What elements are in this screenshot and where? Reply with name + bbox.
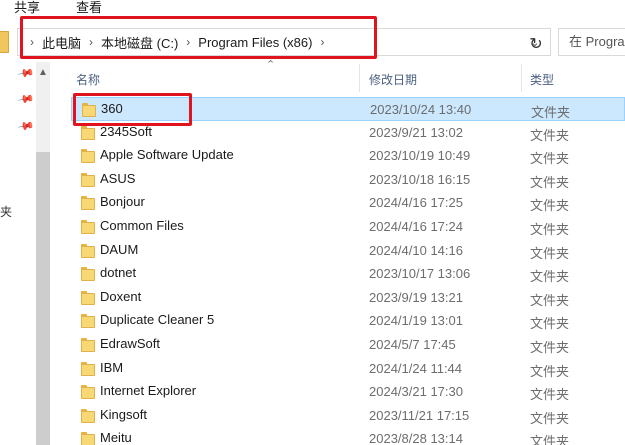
file-name: Doxent	[100, 288, 142, 304]
column-type[interactable]: 类型	[530, 71, 554, 88]
file-list: 360 2023/10/24 13:40 文件夹 2345Soft 2023/9/21 …	[56, 92, 625, 445]
file-type: 文件夹	[530, 316, 570, 332]
folder-icon	[81, 267, 95, 282]
sort-up-icon: ⌃	[266, 59, 276, 71]
file-date-modified: 2024/4/16 17:24	[369, 219, 463, 234]
file-row[interactable]: EdrawSoft 2024/5/7 17:45 文件夹	[71, 333, 625, 357]
file-date-modified: 2023/11/21 17:15	[369, 407, 470, 423]
folder-icon	[0, 31, 9, 53]
column-date-modified[interactable]: 修改日期	[369, 71, 417, 88]
file-date-modified: 2023/9/21 13:02	[369, 124, 463, 140]
file-type: 文件夹	[530, 151, 570, 167]
file-date-modified: 2023/9/19 13:21	[369, 289, 463, 305]
tab-view[interactable]: 查看	[76, 0, 102, 16]
folder-icon	[81, 172, 95, 187]
nav-scrollbar-thumb[interactable]	[36, 152, 50, 445]
file-name: ASUS	[100, 170, 136, 186]
file-row[interactable]: Internet Explorer 2024/3/21 17:30 文件夹	[71, 380, 625, 404]
file-row[interactable]: Common Files 2024/4/16 17:24 文件夹	[71, 215, 625, 239]
navigation-pane: 📌 📌 📌 夹 ▲	[0, 62, 56, 445]
file-type: 文件夹	[530, 198, 570, 214]
file-row[interactable]: Doxent 2023/9/19 13:21 文件夹	[71, 286, 625, 310]
file-date-modified: 2023/10/24 13:40	[370, 102, 472, 117]
column-divider[interactable]	[521, 64, 522, 92]
folder-icon	[81, 196, 95, 211]
file-date-modified: 2024/4/10 14:16	[369, 242, 463, 258]
file-date-modified: 2024/1/24 11:44	[369, 360, 463, 376]
file-date-modified: 2024/5/7 17:45	[369, 337, 456, 352]
file-row[interactable]: Meitu 2023/8/28 13:14 文件夹	[71, 427, 625, 445]
pin-icon[interactable]: 📌	[17, 64, 36, 83]
file-type: 文件夹	[530, 292, 570, 308]
file-type: 文件夹	[530, 222, 570, 237]
file-date-modified: 2024/3/21 17:30	[369, 384, 463, 400]
column-name[interactable]: 名称	[76, 71, 100, 88]
pin-icon[interactable]: 📌	[17, 117, 36, 136]
file-date-modified: 2023/10/17 13:06	[369, 266, 471, 282]
file-name: Common Files	[100, 218, 184, 233]
folder-icon	[81, 125, 95, 140]
file-type: 文件夹	[530, 127, 570, 143]
file-date-modified: 2023/8/28 13:14	[369, 431, 463, 445]
folder-icon	[81, 290, 95, 305]
file-name: Meitu	[100, 430, 132, 445]
file-type: 文件夹	[530, 434, 570, 445]
folder-icon	[81, 243, 95, 258]
chevron-up-icon[interactable]: ▲	[36, 66, 50, 80]
file-date-modified: 2023/10/19 10:49	[369, 148, 471, 164]
file-name: dotnet	[100, 265, 137, 281]
folder-icon	[81, 408, 95, 423]
folder-icon	[81, 361, 95, 376]
file-name: Kingsoft	[100, 406, 147, 422]
folder-icon	[81, 314, 95, 329]
file-name: Apple Software Update	[100, 147, 234, 163]
file-date-modified: 2023/10/18 16:15	[369, 171, 471, 187]
column-divider[interactable]	[359, 64, 360, 92]
folder-icon	[81, 338, 95, 352]
pin-icon[interactable]: 📌	[17, 90, 36, 109]
file-type: 文件夹	[531, 105, 571, 120]
file-name: Duplicate Cleaner 5	[100, 312, 215, 328]
file-row[interactable]: Duplicate Cleaner 5 2024/1/19 13:01 文件夹	[71, 309, 625, 333]
file-date-modified: 2024/1/19 13:01	[369, 313, 463, 329]
file-type: 文件夹	[530, 387, 570, 403]
file-type: 文件夹	[530, 269, 570, 285]
file-row[interactable]: dotnet 2023/10/17 13:06 文件夹	[71, 262, 625, 286]
file-row[interactable]: Bonjour 2024/4/16 17:25 文件夹	[71, 191, 625, 215]
file-row[interactable]: DAUM 2024/4/10 14:16 文件夹	[71, 239, 625, 263]
file-type: 文件夹	[530, 410, 570, 426]
item-highlight-box	[73, 93, 192, 126]
file-row[interactable]: ASUS 2023/10/18 16:15 文件夹	[71, 168, 625, 192]
address-highlight-box	[20, 16, 377, 59]
column-header: ⌃ 名称 修改日期 类型	[56, 59, 625, 92]
refresh-icon[interactable]: ↻	[523, 31, 549, 57]
tab-share[interactable]: 共享	[14, 0, 40, 16]
file-type: 文件夹	[530, 340, 570, 355]
folder-icon	[81, 149, 95, 164]
file-row[interactable]: IBM 2024/1/24 11:44 文件夹	[71, 357, 625, 381]
file-type: 文件夹	[530, 245, 570, 261]
folder-icon	[81, 220, 95, 234]
file-row[interactable]: Kingsoft 2023/11/21 17:15 文件夹	[71, 404, 625, 428]
file-name: Internet Explorer	[100, 383, 197, 399]
folder-icon	[81, 432, 95, 445]
nav-item-label[interactable]: 夹	[0, 203, 12, 220]
search-input[interactable]: 在 Program Files (x86) 中搜索	[558, 28, 625, 56]
file-date-modified: 2024/4/16 17:25	[369, 195, 463, 211]
file-name: DAUM	[100, 241, 139, 257]
file-row[interactable]: Apple Software Update 2023/10/19 10:49 文件夹	[71, 144, 625, 168]
file-name: Bonjour	[100, 194, 145, 210]
file-name: IBM	[100, 359, 124, 375]
folder-icon	[81, 385, 95, 400]
file-name: EdrawSoft	[100, 336, 160, 351]
file-type: 文件夹	[530, 174, 570, 190]
file-type: 文件夹	[530, 363, 570, 379]
